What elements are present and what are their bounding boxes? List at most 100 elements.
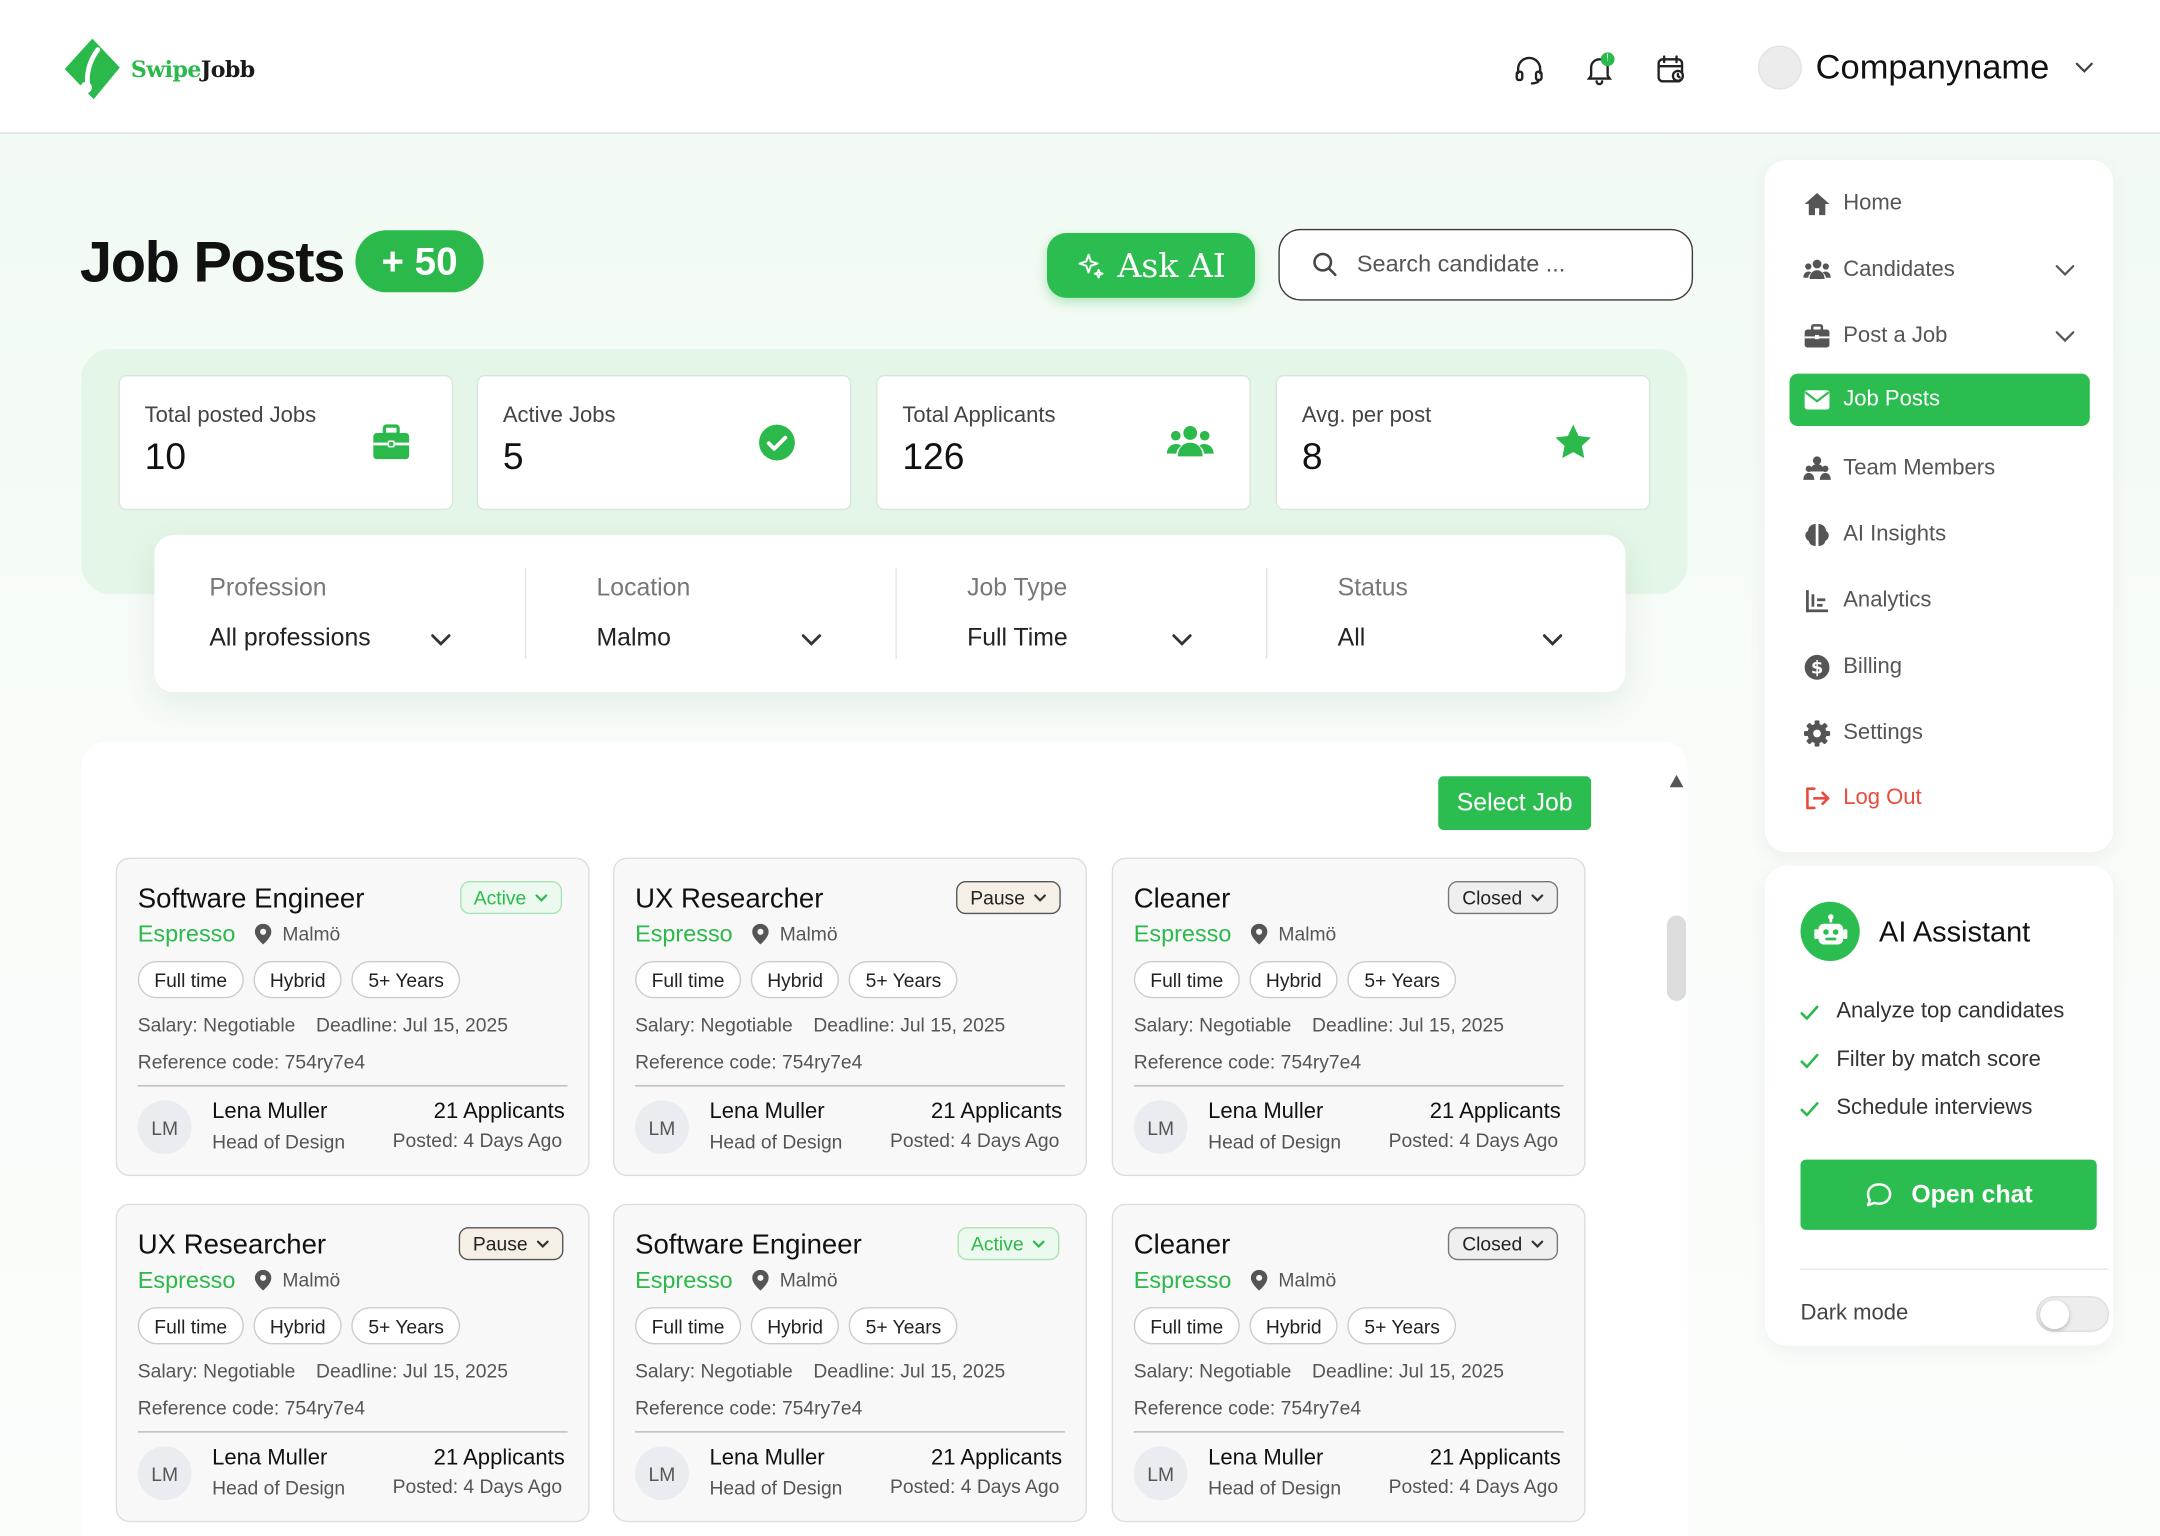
ai-feature-label: Analyze top candidates xyxy=(1836,999,2065,1024)
logo-icon xyxy=(64,38,120,100)
stat-card-total-applicants: Total Applicants 126 xyxy=(876,375,1251,511)
ai-assistant-title: AI Assistant xyxy=(1879,916,2031,949)
headset-icon[interactable] xyxy=(1513,52,1546,85)
scroll-up-arrow-icon[interactable] xyxy=(1668,774,1685,791)
job-tag: 5+ Years xyxy=(351,961,461,999)
dark-mode-toggle[interactable] xyxy=(2036,1296,2110,1332)
sidebar-item-analytics[interactable]: Analytics xyxy=(1790,575,2090,627)
check-icon xyxy=(1800,1004,1819,1020)
toggle-knob xyxy=(2040,1300,2070,1330)
job-title: Software Engineer xyxy=(137,883,365,915)
filter-profession[interactable]: Profession All professions xyxy=(209,535,468,692)
job-location: Malmö xyxy=(752,1268,838,1291)
job-card[interactable]: Software Engineer Active Espresso Malmö … xyxy=(613,1203,1087,1523)
select-job-button[interactable]: Select Job xyxy=(1438,776,1592,831)
users-icon xyxy=(1803,259,1831,280)
chart-icon xyxy=(1806,590,1829,613)
job-tag: 5+ Years xyxy=(351,1307,461,1345)
divider xyxy=(1133,1085,1564,1087)
location-label: Malmö xyxy=(1278,1268,1337,1291)
filter-value: Malmo xyxy=(596,623,671,651)
job-card[interactable]: UX Researcher Pause Espresso Malmö Full … xyxy=(115,1203,590,1523)
chevron-down-icon xyxy=(2055,265,2075,276)
page-title: Job Posts xyxy=(79,228,345,294)
sidebar-item-label: Log Out xyxy=(1843,785,1922,810)
scrollbar-thumb[interactable] xyxy=(1666,915,1687,1002)
divider xyxy=(137,1085,568,1087)
poster-role: Head of Design xyxy=(1208,1130,1342,1153)
status-dropdown[interactable]: Active xyxy=(957,1227,1060,1261)
poster-name: Lena Muller xyxy=(1208,1446,1324,1470)
sidebar-item-label: Candidates xyxy=(1843,257,1955,282)
job-card[interactable]: Software Engineer Active Espresso Malmö … xyxy=(115,857,590,1177)
chevron-down-icon xyxy=(535,894,548,902)
posted-date: Posted: 4 Days Ago xyxy=(889,1475,1060,1498)
poster-role: Head of Design xyxy=(212,1476,346,1499)
sidebar-item-team-members[interactable]: Team Members xyxy=(1790,443,2090,495)
gear-icon xyxy=(1803,720,1831,747)
ask-ai-button[interactable]: Ask AI xyxy=(1046,233,1255,298)
sidebar-nav: Home Candidates Post a Job Job Posts Tea… xyxy=(1764,159,2114,853)
reference-code: Reference code: 754ry7e4 xyxy=(137,1050,366,1073)
sidebar-item-label: Home xyxy=(1843,191,1903,216)
sidebar-item-candidates[interactable]: Candidates xyxy=(1790,244,2090,296)
sidebar-item-billing[interactable]: $ Billing xyxy=(1790,641,2090,693)
chevron-down-icon xyxy=(536,1240,549,1248)
stat-card-avg-per-post: Avg. per post 8 xyxy=(1275,375,1651,511)
job-meta: Salary: Negotiable Deadline: Jul 15, 202… xyxy=(635,1013,1005,1035)
filter-value: Full Time xyxy=(967,623,1068,651)
status-dropdown[interactable]: Pause xyxy=(459,1227,564,1261)
divider xyxy=(1266,568,1268,660)
sidebar-item-label: Billing xyxy=(1843,654,1903,679)
calendar-icon[interactable] xyxy=(1654,52,1687,85)
company-avatar xyxy=(1757,45,1802,90)
sidebar-item-label: Settings xyxy=(1843,721,1923,745)
sidebar-item-log-out[interactable]: Log Out xyxy=(1790,772,2090,824)
applicants-count: 21 Applicants xyxy=(433,1100,565,1124)
location-pin-icon xyxy=(254,1269,272,1290)
chevron-down-icon xyxy=(2075,62,2093,73)
status-dropdown[interactable]: Closed xyxy=(1448,881,1559,915)
users-icon xyxy=(1166,426,1214,457)
filter-location[interactable]: Location Malmo xyxy=(597,535,856,692)
salary-text: Salary: Negotiable xyxy=(137,1013,296,1036)
sidebar-item-job-posts[interactable]: Job Posts xyxy=(1789,373,2090,427)
applicants-count: 21 Applicants xyxy=(930,1446,1063,1470)
job-location: Malmö xyxy=(254,922,340,944)
chat-bubble-icon xyxy=(1867,1182,1892,1206)
open-chat-button[interactable]: Open chat xyxy=(1800,1159,2097,1230)
brand-name: SwipeJobb xyxy=(130,55,255,83)
job-card[interactable]: Cleaner Closed Espresso Malmö Full time H… xyxy=(1111,1203,1586,1523)
sidebar-item-ai-insights[interactable]: AI Insights xyxy=(1790,509,2090,561)
poster-role: Head of Design xyxy=(709,1476,843,1499)
search-input[interactable] xyxy=(1356,250,1674,279)
filter-label: Status xyxy=(1337,573,1408,602)
avatar: LM xyxy=(137,1100,192,1155)
poster-role: Head of Design xyxy=(709,1130,843,1153)
filter-status[interactable]: Status All xyxy=(1338,535,1597,692)
job-card[interactable]: UX Researcher Pause Espresso Malmö Full … xyxy=(613,857,1087,1177)
posted-date: Posted: 4 Days Ago xyxy=(1388,1475,1559,1498)
location-label: Malmö xyxy=(779,922,838,945)
check-icon xyxy=(1800,1101,1819,1116)
job-card[interactable]: Cleaner Closed Espresso Malmö Full time H… xyxy=(1111,857,1586,1177)
job-tag: 5+ Years xyxy=(849,1307,958,1345)
status-dropdown[interactable]: Closed xyxy=(1448,1227,1559,1261)
brand-logo[interactable]: SwipeJobb xyxy=(62,37,255,100)
chevron-down-icon xyxy=(801,634,822,646)
stat-value: 8 xyxy=(1301,435,1323,478)
company-switcher[interactable]: Companyname xyxy=(1757,45,2096,90)
company-name: Companyname xyxy=(1815,47,2050,87)
briefcase-icon xyxy=(373,424,410,460)
filter-job-type[interactable]: Job Type Full Time xyxy=(967,535,1226,692)
applicants-count: 21 Applicants xyxy=(433,1446,565,1470)
deadline-text: Deadline: Jul 15, 2025 xyxy=(1312,1359,1504,1382)
reference-code: Reference code: 754ry7e4 xyxy=(137,1396,366,1419)
stat-card-active-jobs: Active Jobs 5 xyxy=(476,375,852,511)
status-dropdown[interactable]: Active xyxy=(459,881,563,915)
sidebar-item-settings[interactable]: Settings xyxy=(1790,707,2090,759)
sidebar-item-home[interactable]: Home xyxy=(1790,178,2090,230)
sidebar-item-post-a-job[interactable]: Post a Job xyxy=(1790,310,2090,362)
status-dropdown[interactable]: Pause xyxy=(956,881,1061,915)
divider xyxy=(1133,1431,1564,1433)
